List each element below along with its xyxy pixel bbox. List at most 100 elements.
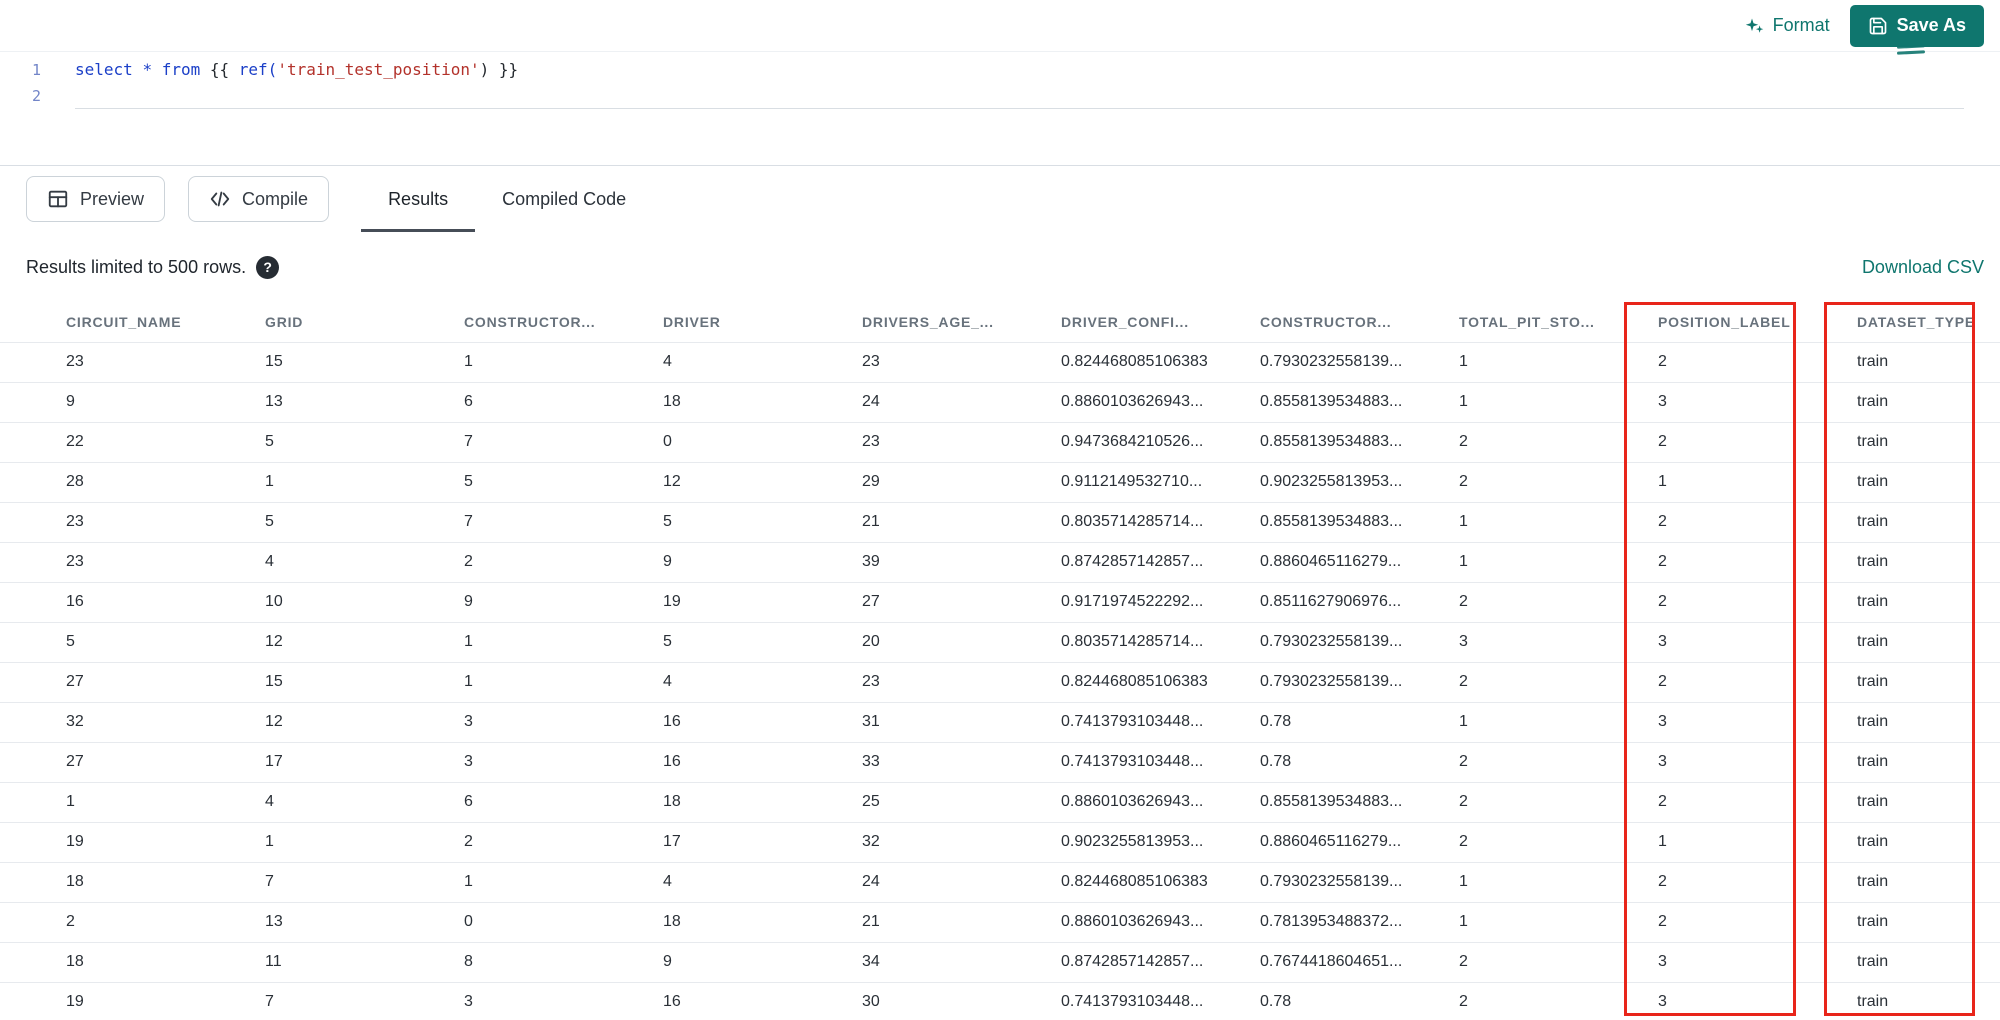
download-csv-link[interactable]: Download CSV xyxy=(1862,257,1984,278)
table-cell: 1 xyxy=(1658,462,1857,503)
sparkles-icon xyxy=(1745,16,1765,36)
compile-button[interactable]: Compile xyxy=(188,176,330,222)
table-cell: 2 xyxy=(1459,782,1658,823)
table-cell: 23 xyxy=(862,342,1061,383)
table-cell: train xyxy=(1857,822,2000,863)
table-cell: train xyxy=(1857,742,2000,783)
table-cell: 1 xyxy=(0,782,265,823)
table-cell: 13 xyxy=(265,382,464,423)
table-cell: 0.9171974522292... xyxy=(1061,582,1260,623)
table-cell: 0 xyxy=(464,902,663,943)
table-cell: 23 xyxy=(862,422,1061,463)
table-grid-icon xyxy=(47,188,69,210)
table-cell: 2 xyxy=(1459,582,1658,623)
table-cell: 13 xyxy=(265,902,464,943)
table-cell: 32 xyxy=(862,822,1061,863)
table-row: 16 10 9 19 27 0.9171974522292... 0.85116279069… xyxy=(0,582,2000,623)
preview-button[interactable]: Preview xyxy=(26,176,166,222)
table-cell: train xyxy=(1857,622,2000,663)
table-cell: 20 xyxy=(862,622,1061,663)
code-token-plain: {{ xyxy=(200,60,239,79)
sql-editor[interactable]: 1 2 select * from {{ ref('train_test_pos… xyxy=(0,52,2000,166)
save-as-button[interactable]: Save As xyxy=(1849,4,1984,47)
tab-compiled-code-label: Compiled Code xyxy=(502,188,627,209)
table-cell: 0.8558139534883... xyxy=(1260,422,1459,463)
table-cell: 2 xyxy=(1658,902,1857,943)
table-cell: 2 xyxy=(464,822,663,863)
line-number: 2 xyxy=(31,87,41,105)
table-row: 19 7 3 16 30 0.7413793103448... 0.78 2 3 train xyxy=(0,982,2000,1020)
table-cell: 0.8742857142857... xyxy=(1061,942,1260,983)
table-cell: 0.8860103626943... xyxy=(1061,382,1260,423)
table-cell: 18 xyxy=(0,862,265,903)
table-cell: 18 xyxy=(663,782,862,823)
table-row: 2 13 0 18 21 0.8860103626943... 0.781395348837… xyxy=(0,902,2000,943)
table-cell: 5 xyxy=(663,502,862,543)
table-cell: 2 xyxy=(1658,342,1857,383)
table-cell: 23 xyxy=(0,542,265,583)
table-row: 9 13 6 18 24 0.8860103626943... 0.855813953488… xyxy=(0,382,2000,423)
table-cell: 1 xyxy=(464,862,663,903)
editor-toolbar: Format Save As xyxy=(0,0,2000,52)
table-cell: 1 xyxy=(1459,382,1658,423)
table-cell: 2 xyxy=(1658,862,1857,903)
table-cell: 34 xyxy=(862,942,1061,983)
table-cell: train xyxy=(1857,862,2000,903)
code-token-function: ref( xyxy=(238,60,278,79)
table-cell: 2 xyxy=(1459,462,1658,503)
table-cell: 2 xyxy=(1658,542,1857,583)
table-cell: 32 xyxy=(0,702,265,743)
table-cell: 0.8558139534883... xyxy=(1260,502,1459,543)
table-cell: 27 xyxy=(862,582,1061,623)
table-cell: 0.7930232558139... xyxy=(1260,342,1459,383)
column-header: DRIVER_CONFI... xyxy=(1061,302,1260,343)
table-cell: 15 xyxy=(265,342,464,383)
compile-button-label: Compile xyxy=(242,188,309,209)
table-cell: 1 xyxy=(464,342,663,383)
code-area[interactable]: select * from {{ ref('train_test_positio… xyxy=(56,57,1964,165)
table-cell: 4 xyxy=(663,662,862,703)
table-cell: train xyxy=(1857,582,2000,623)
table-cell: 18 xyxy=(663,902,862,943)
table-cell: 1 xyxy=(1658,822,1857,863)
table-cell: 1 xyxy=(1459,902,1658,943)
format-button[interactable]: Format xyxy=(1745,15,1830,36)
table-cell: 33 xyxy=(862,742,1061,783)
tab-results[interactable]: Results xyxy=(361,166,476,232)
table-cell: 0.7813953488372... xyxy=(1260,902,1459,943)
table-cell: 39 xyxy=(862,542,1061,583)
table-cell: 0.7413793103448... xyxy=(1061,742,1260,783)
table-cell: 23 xyxy=(862,662,1061,703)
table-cell: 27 xyxy=(0,662,265,703)
table-cell: 12 xyxy=(663,462,862,503)
results-table: CIRCUIT_NAME GRID CONSTRUCTOR... DRIVER DRIV… xyxy=(0,302,2000,1020)
table-cell: train xyxy=(1857,942,2000,983)
table-cell: 0.8558139534883... xyxy=(1260,382,1459,423)
table-cell: 5 xyxy=(464,462,663,503)
table-cell: train xyxy=(1857,982,2000,1020)
line-number-gutter: 1 2 xyxy=(0,57,56,165)
table-cell: 6 xyxy=(464,382,663,423)
table-cell: 6 xyxy=(464,782,663,823)
table-cell: 29 xyxy=(862,462,1061,503)
table-cell: 9 xyxy=(663,942,862,983)
column-header: CONSTRUCTOR... xyxy=(464,302,663,343)
table-cell: train xyxy=(1857,662,2000,703)
table-cell: train xyxy=(1857,382,2000,423)
table-cell: 0.9473684210526... xyxy=(1061,422,1260,463)
table-cell: 9 xyxy=(0,382,265,423)
table-cell: 0.8860465116279... xyxy=(1260,542,1459,583)
table-cell: 25 xyxy=(862,782,1061,823)
table-cell: 31 xyxy=(862,702,1061,743)
help-icon[interactable]: ? xyxy=(256,255,280,279)
table-cell: 0.8035714285714... xyxy=(1061,622,1260,663)
code-brackets-icon xyxy=(209,188,231,210)
table-cell: 17 xyxy=(265,742,464,783)
table-cell: 7 xyxy=(464,502,663,543)
code-token-keyword: from xyxy=(161,60,201,79)
table-cell: 23 xyxy=(0,502,265,543)
tab-results-label: Results xyxy=(388,188,449,209)
table-cell: 10 xyxy=(265,582,464,623)
table-cell: 3 xyxy=(1658,982,1857,1020)
tab-compiled-code[interactable]: Compiled Code xyxy=(475,166,653,232)
